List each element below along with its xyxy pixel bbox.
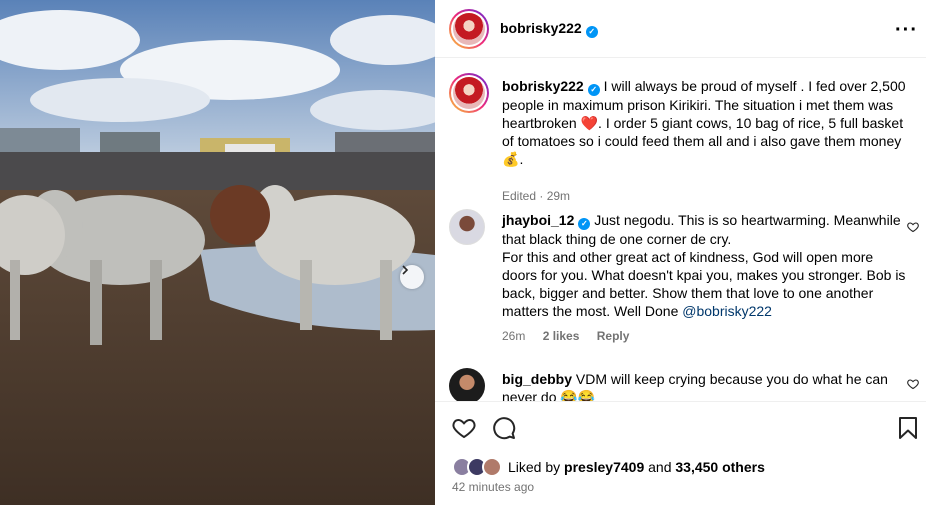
caption-meta: Edited · 29m	[502, 189, 571, 203]
comments-section: bobrisky222 ✓ I will always be proud of m…	[435, 59, 926, 401]
more-options-icon[interactable]: ···	[895, 19, 918, 42]
caption-text: bobrisky222 ✓ I will always be proud of m…	[502, 78, 906, 167]
post-header: bobrisky222 ✓ ···	[435, 0, 926, 58]
post-details-panel: bobrisky222 ✓ ··· bobrisky222 ✓ I will alw…	[435, 0, 926, 505]
comment-item: big_debby VDM will keep crying because y…	[449, 368, 919, 401]
comment-time: 26m	[502, 329, 526, 343]
cows-image	[0, 0, 435, 505]
liked-others[interactable]: 33,450 others	[675, 459, 765, 475]
like-comment-heart-icon[interactable]	[907, 221, 919, 233]
money-bag-emoji: 💰	[502, 151, 520, 167]
liker-avatar	[482, 457, 502, 477]
comment-meta: 26m 2 likes Reply	[502, 329, 643, 343]
likers-avatars	[452, 457, 504, 477]
like-comment-heart-icon[interactable]	[907, 378, 919, 390]
commenter-avatar[interactable]	[449, 368, 485, 401]
chevron-right-icon	[402, 265, 409, 275]
liked-by-user[interactable]: presley7409	[564, 459, 644, 475]
comment-text: big_debby VDM will keep crying because y…	[502, 370, 907, 401]
comment-likes[interactable]: 2 likes	[543, 329, 580, 343]
comment-text: jhayboi_12 ✓ Just negodu. This is so hear…	[502, 212, 906, 319]
verified-badge-icon: ✓	[578, 218, 591, 230]
heart-emoji: ❤️	[580, 115, 599, 131]
reply-button[interactable]: Reply	[597, 329, 630, 343]
caption: bobrisky222 ✓ I will always be proud of m…	[449, 73, 919, 213]
bookmark-icon[interactable]	[897, 416, 919, 440]
laughing-emoji: 😂😂	[560, 389, 596, 401]
post-actions: Liked by presley7409 and 33,450 others 4…	[435, 401, 926, 505]
author-username[interactable]: bobrisky222 ✓	[500, 20, 598, 38]
commenter-username[interactable]: big_debby	[502, 371, 572, 387]
verified-badge-icon: ✓	[587, 84, 600, 96]
like-heart-icon[interactable]	[452, 416, 476, 440]
post-photo	[0, 0, 435, 505]
mention-link[interactable]: @bobrisky222	[682, 303, 772, 319]
comment-icon[interactable]	[492, 416, 516, 440]
likes-summary[interactable]: Liked by presley7409 and 33,450 others	[452, 456, 765, 478]
next-image-button[interactable]	[400, 265, 424, 289]
commenter-username[interactable]: jhayboi_12	[502, 212, 574, 228]
caption-avatar[interactable]	[449, 73, 489, 113]
verified-badge-icon: ✓	[585, 26, 598, 38]
caption-username[interactable]: bobrisky222	[502, 78, 584, 94]
post-timestamp[interactable]: 42 minutes ago	[452, 480, 534, 494]
author-avatar[interactable]	[449, 9, 489, 49]
commenter-avatar[interactable]	[449, 209, 485, 245]
comment-item: jhayboi_12 ✓ Just negodu. This is so hear…	[449, 209, 919, 349]
